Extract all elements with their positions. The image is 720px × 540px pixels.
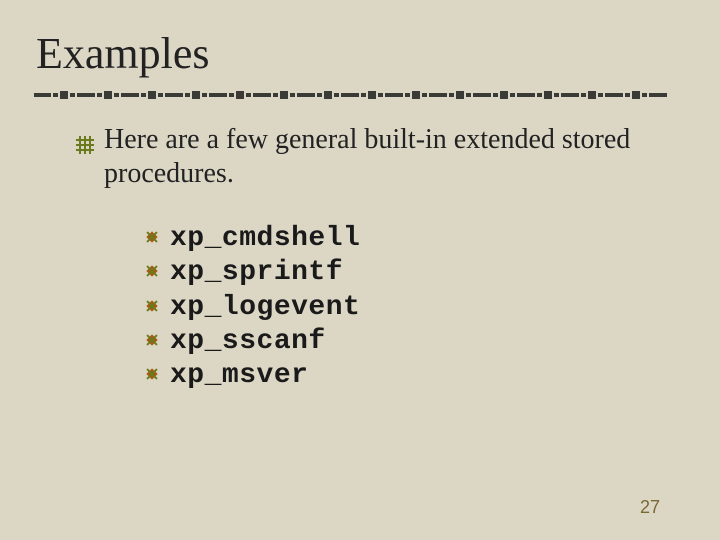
list-item: xp_logevent	[144, 291, 684, 325]
body-bullet: Here are a few general built-in extended…	[76, 123, 636, 190]
page-number: 27	[640, 497, 660, 518]
procedure-name: xp_cmdshell	[170, 222, 360, 256]
crosshatch-bullet-icon	[76, 129, 94, 163]
list-item: xp_msver	[144, 359, 684, 393]
slide-title: Examples	[36, 28, 684, 79]
procedure-name: xp_sscanf	[170, 325, 326, 359]
procedure-name: xp_logevent	[170, 291, 360, 325]
diamond-bullet-icon	[144, 222, 160, 256]
procedure-list: xp_cmdshell xp_sprintf xp_logevent	[144, 222, 684, 393]
list-item: xp_cmdshell	[144, 222, 684, 256]
list-item: xp_sscanf	[144, 325, 684, 359]
body-text: Here are a few general built-in extended…	[104, 123, 636, 190]
diamond-bullet-icon	[144, 325, 160, 359]
diamond-bullet-icon	[144, 256, 160, 290]
slide-container: Examples	[0, 0, 720, 540]
divider-icon	[34, 89, 674, 101]
list-item: xp_sprintf	[144, 256, 684, 290]
procedure-name: xp_sprintf	[170, 256, 343, 290]
title-divider	[34, 89, 674, 101]
diamond-bullet-icon	[144, 291, 160, 325]
procedure-name: xp_msver	[170, 359, 308, 393]
diamond-bullet-icon	[144, 359, 160, 393]
